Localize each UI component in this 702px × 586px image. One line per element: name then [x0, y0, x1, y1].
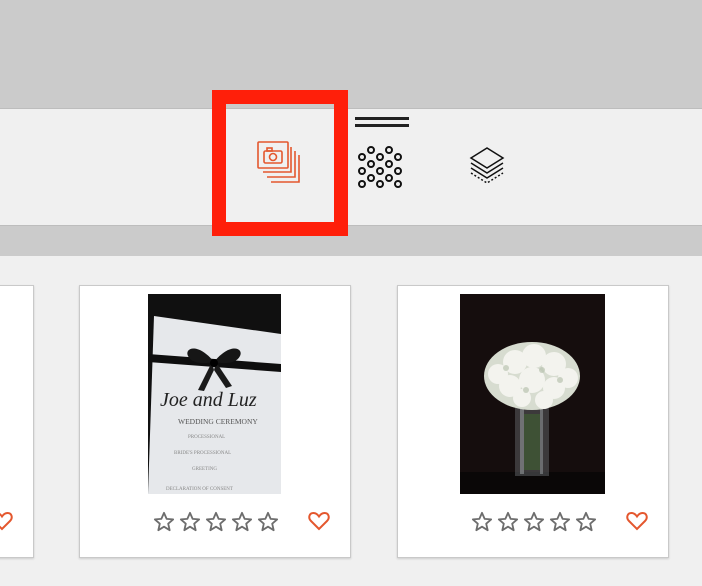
photos-view-button[interactable] — [212, 90, 348, 236]
dot-grid-icon — [355, 117, 409, 188]
toolbar-separator — [0, 226, 702, 256]
program-line: DECLARATION OF CONSENT — [166, 487, 233, 492]
program-line: GREETING — [192, 467, 217, 472]
heart-icon — [0, 511, 13, 531]
photo-thumbnail[interactable] — [460, 294, 605, 494]
star-icon[interactable] — [257, 511, 279, 532]
program-line: BRIDE'S PROCESSIONAL — [174, 451, 231, 456]
star-icon[interactable] — [575, 511, 597, 532]
mosaic-view-button[interactable] — [350, 108, 414, 198]
layers-view-button[interactable] — [455, 130, 519, 198]
program-title: Joe and Luz — [160, 389, 257, 411]
star-icon[interactable] — [179, 511, 201, 532]
star-rating[interactable] — [471, 511, 597, 532]
favorite-button[interactable] — [0, 511, 13, 531]
photo-card[interactable] — [0, 285, 34, 558]
star-icon[interactable] — [205, 511, 227, 532]
program-subtitle: WEDDING CEREMONY — [178, 417, 258, 426]
photo-card[interactable]: Joe and Luz WEDDING CEREMONY PROCESSIONA… — [79, 285, 351, 558]
top-band — [0, 0, 702, 108]
star-icon[interactable] — [549, 511, 571, 532]
favorite-button[interactable] — [626, 511, 648, 531]
star-icon[interactable] — [471, 511, 493, 532]
star-rating[interactable] — [153, 511, 279, 532]
layers-icon — [469, 147, 505, 184]
photo-thumbnail[interactable]: Joe and Luz WEDDING CEREMONY PROCESSIONA… — [148, 294, 281, 494]
star-icon[interactable] — [153, 511, 175, 532]
program-line: PROCESSIONAL — [188, 435, 225, 440]
star-icon[interactable] — [523, 511, 545, 532]
star-icon[interactable] — [231, 511, 253, 532]
heart-icon — [308, 511, 330, 531]
heart-icon — [626, 511, 648, 531]
favorite-button[interactable] — [308, 511, 330, 531]
star-icon[interactable] — [497, 511, 519, 532]
photo-card[interactable] — [397, 285, 669, 558]
photo-stack-icon — [257, 141, 300, 183]
